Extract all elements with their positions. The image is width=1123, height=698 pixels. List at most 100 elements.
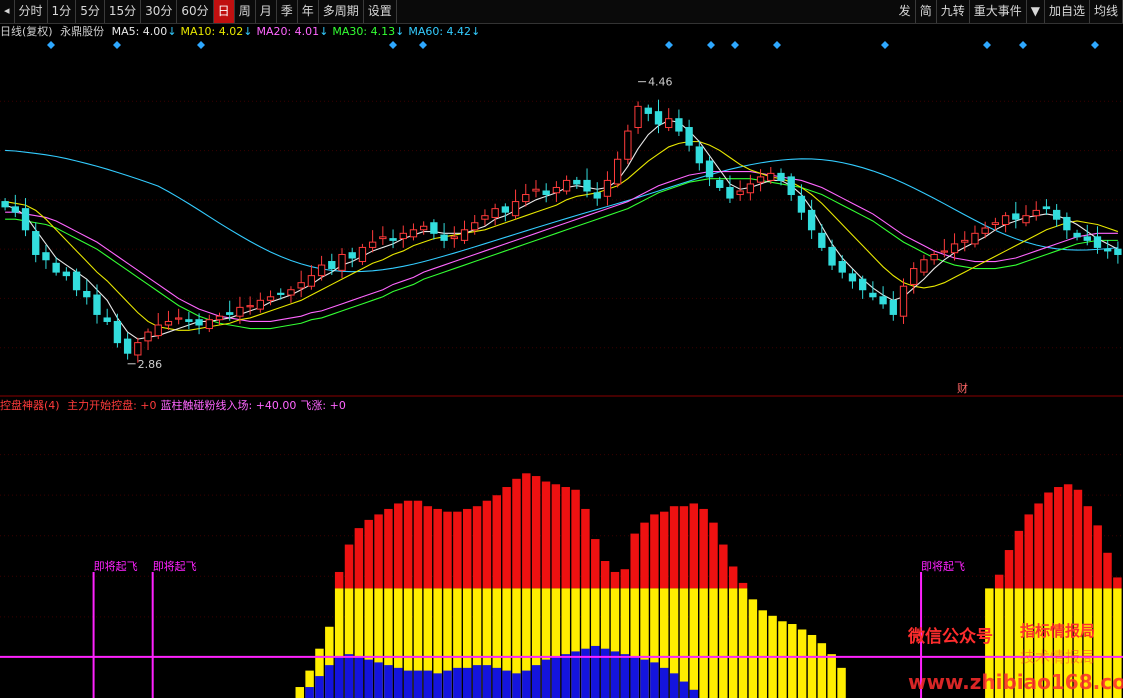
event-diamond-icon[interactable] [773, 41, 781, 49]
indicator-bar[interactable] [807, 634, 817, 698]
indicator-bar[interactable] [679, 506, 689, 698]
candle[interactable] [113, 313, 122, 348]
candle[interactable] [460, 220, 469, 244]
indicator-bar[interactable] [709, 522, 718, 698]
tool-button-0[interactable]: 发 [895, 0, 916, 23]
candle[interactable] [879, 286, 887, 309]
candle[interactable] [32, 222, 40, 263]
period-tab-12[interactable]: 设置 [364, 0, 397, 23]
indicator-bar[interactable] [788, 624, 797, 698]
event-diamond-icon[interactable] [113, 41, 121, 49]
candle[interactable] [511, 189, 520, 220]
indicator-bar[interactable] [551, 484, 561, 698]
tool-button-4[interactable]: ▼ [1027, 0, 1045, 23]
candle[interactable] [573, 176, 581, 189]
event-diamond-icon[interactable] [419, 41, 427, 49]
candle[interactable] [1063, 212, 1071, 239]
indicator-bar[interactable] [354, 528, 364, 698]
candle[interactable] [123, 332, 132, 360]
candle[interactable] [1001, 212, 1010, 233]
indicator-bar[interactable] [797, 629, 807, 698]
candle[interactable] [307, 265, 316, 290]
indicator-bar[interactable] [384, 508, 393, 698]
candle[interactable] [613, 151, 622, 188]
indicator-bar[interactable] [541, 481, 551, 698]
candle[interactable] [491, 203, 499, 226]
tool-button-5[interactable]: 加自选 [1045, 0, 1090, 23]
tool-button-1[interactable]: 简 [916, 0, 937, 23]
indicator-bar[interactable] [453, 511, 462, 698]
candle[interactable] [399, 225, 407, 248]
candle[interactable] [675, 109, 683, 136]
candle[interactable] [348, 247, 356, 268]
period-tab-5[interactable]: 60分 [177, 0, 214, 23]
candle[interactable] [389, 229, 397, 249]
indicator-bar[interactable] [600, 561, 610, 698]
price-chart[interactable]: 4.46 2.86 财 [0, 52, 1123, 397]
indicator-bar[interactable] [472, 506, 482, 698]
candle[interactable] [42, 244, 50, 269]
indicator-bar[interactable] [462, 508, 472, 698]
finance-marker[interactable]: 财 [957, 381, 968, 395]
candle[interactable] [368, 230, 377, 253]
candle[interactable] [1073, 229, 1081, 241]
tool-button-2[interactable]: 九转 [937, 0, 970, 23]
period-tab-0[interactable]: 分时 [15, 0, 48, 23]
event-diamond-icon[interactable] [389, 41, 397, 49]
candle[interactable] [62, 267, 71, 281]
candle[interactable] [1, 198, 9, 211]
indicator-bar[interactable] [325, 626, 334, 698]
candle[interactable] [634, 101, 642, 134]
indicator-bar[interactable] [728, 566, 738, 698]
event-diamond-icon[interactable] [731, 41, 739, 49]
candle[interactable] [144, 328, 152, 351]
period-tab-9[interactable]: 季 [277, 0, 298, 23]
indicator-bar[interactable] [443, 511, 452, 698]
candle[interactable] [726, 175, 734, 203]
indicator-bar[interactable] [433, 508, 442, 698]
candle[interactable] [1012, 201, 1020, 229]
candle[interactable] [685, 119, 693, 152]
candle[interactable] [552, 181, 561, 202]
candle[interactable] [950, 233, 959, 261]
event-diamond-icon[interactable] [47, 41, 55, 49]
candle[interactable] [971, 225, 979, 248]
candle[interactable] [665, 108, 673, 132]
indicator-chart[interactable]: 即将起飞 即将起飞 即将起飞 [0, 414, 1123, 698]
period-tab-1[interactable]: 1分 [48, 0, 77, 23]
candle[interactable] [430, 219, 438, 240]
candle[interactable] [705, 156, 714, 187]
candle[interactable] [1042, 199, 1051, 215]
period-tab-2[interactable]: 5分 [76, 0, 105, 23]
indicator-bar[interactable] [669, 506, 679, 698]
candle[interactable] [256, 292, 264, 313]
candle[interactable] [164, 310, 173, 330]
indicator-bar[interactable] [522, 473, 531, 698]
indicator-bar[interactable] [561, 487, 570, 698]
indicator-bar[interactable] [817, 643, 827, 698]
candle[interactable] [828, 239, 836, 270]
indicator-bar[interactable] [591, 539, 600, 698]
indicator-bar[interactable] [423, 506, 433, 698]
candle[interactable] [83, 279, 91, 305]
candle[interactable] [174, 308, 183, 325]
candle[interactable] [287, 286, 295, 303]
indicator-bar[interactable] [305, 670, 314, 698]
indicator-bar[interactable] [581, 508, 590, 698]
indicator-bar[interactable] [512, 478, 521, 698]
indicator-bar[interactable] [403, 500, 413, 698]
tool-button-6[interactable]: 均线 [1090, 0, 1123, 23]
candle[interactable] [624, 124, 632, 165]
candle[interactable] [562, 175, 571, 195]
candle[interactable] [910, 262, 918, 294]
event-diamond-icon[interactable] [983, 41, 991, 49]
period-tab-7[interactable]: 周 [235, 0, 256, 23]
indicator-bar[interactable] [344, 544, 354, 698]
candle[interactable] [481, 209, 489, 226]
candle[interactable] [736, 180, 744, 201]
indicator-bar[interactable] [719, 544, 728, 698]
indicator-bar[interactable] [837, 667, 846, 698]
tool-button-3[interactable]: 重大事件 [970, 0, 1027, 23]
indicator-bar[interactable] [1034, 503, 1043, 698]
indicator-bar[interactable] [640, 522, 649, 698]
